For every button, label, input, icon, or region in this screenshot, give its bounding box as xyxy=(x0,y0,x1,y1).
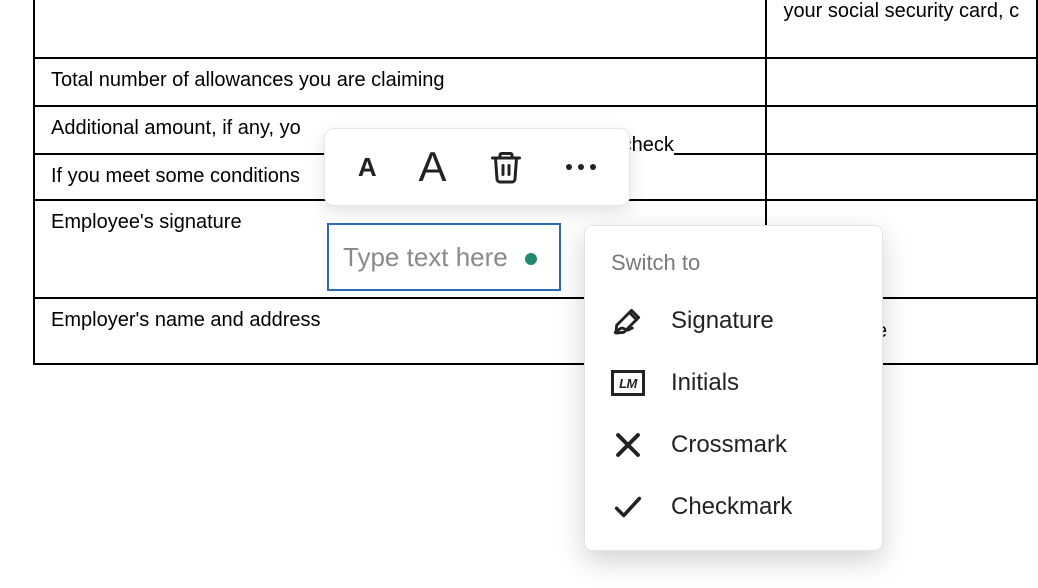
switch-to-menu: Switch to Signature LM Initials Crossmar… xyxy=(584,225,883,551)
checkmark-icon xyxy=(611,490,645,524)
text-edit-toolbar: A A xyxy=(324,128,630,206)
trash-icon xyxy=(488,149,524,185)
cell-conditions-value[interactable] xyxy=(766,154,1037,200)
menu-item-label: Checkmark xyxy=(671,493,792,521)
menu-item-label: Signature xyxy=(671,307,774,335)
text-annotation-input[interactable] xyxy=(343,242,545,273)
resize-handle[interactable] xyxy=(525,253,537,265)
more-options-button[interactable] xyxy=(566,164,596,170)
cell-empty-top xyxy=(34,0,766,58)
initials-icon: LM xyxy=(611,366,645,400)
delete-button[interactable] xyxy=(488,149,524,185)
decrease-font-button[interactable]: A xyxy=(358,152,377,183)
text-annotation-field[interactable] xyxy=(327,223,561,291)
menu-item-label: Initials xyxy=(671,369,739,397)
increase-font-button[interactable]: A xyxy=(418,143,446,191)
cell-social-security-note: your social security card, c xyxy=(766,0,1037,58)
menu-item-checkmark[interactable]: Checkmark xyxy=(585,476,882,538)
signature-icon xyxy=(611,304,645,338)
cell-additional-value[interactable] xyxy=(766,106,1037,154)
cell-allowances-value[interactable] xyxy=(766,58,1037,106)
menu-item-signature[interactable]: Signature xyxy=(585,290,882,352)
menu-item-crossmark[interactable]: Crossmark xyxy=(585,414,882,476)
crossmark-icon xyxy=(611,428,645,462)
menu-header: Switch to xyxy=(585,240,882,290)
menu-item-label: Crossmark xyxy=(671,431,787,459)
menu-item-initials[interactable]: LM Initials xyxy=(585,352,882,414)
more-icon xyxy=(566,164,572,170)
cell-allowances-label: Total number of allowances you are claim… xyxy=(34,58,766,106)
